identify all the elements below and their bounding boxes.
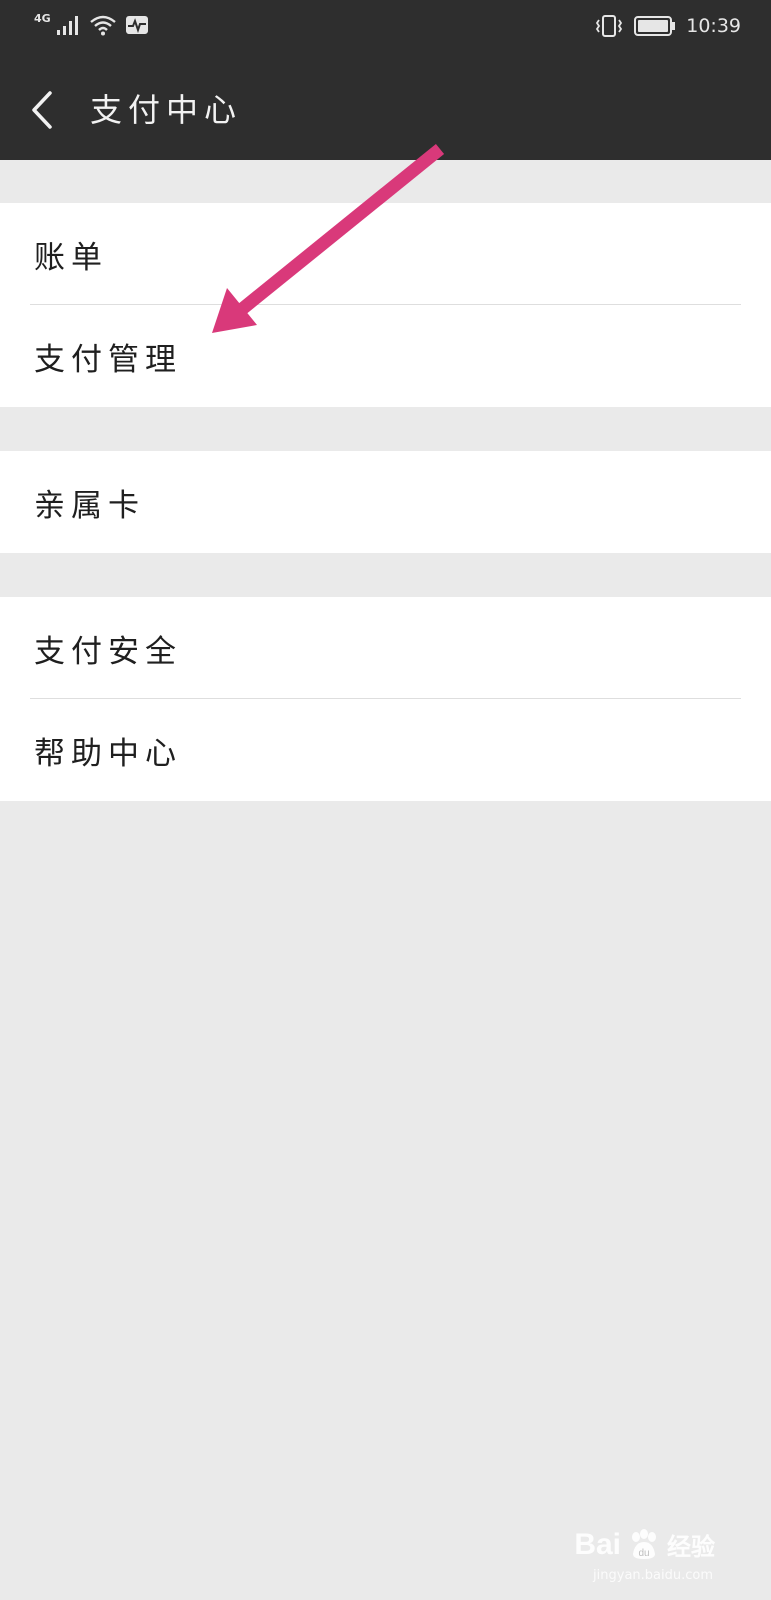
back-button[interactable]	[26, 88, 58, 132]
status-bar: 4G 10:39	[0, 0, 771, 58]
menu-item-payment-management[interactable]: 支付管理	[0, 305, 771, 407]
wifi-icon	[89, 15, 116, 36]
watermark-url: jingyan.baidu.com	[593, 1568, 713, 1583]
watermark-brand-cn: 经验	[667, 1533, 715, 1561]
menu-item-label: 帮助中心	[34, 735, 182, 772]
baidu-jingyan-watermark: Bai du 经验	[574, 1527, 715, 1562]
vibrate-icon	[596, 15, 623, 37]
battery-icon	[634, 16, 676, 36]
menu-item-payment-security[interactable]: 支付安全	[0, 597, 771, 699]
menu-item-label: 支付安全	[34, 633, 182, 670]
paw-logo-icon: du	[632, 1528, 656, 1559]
clock: 10:39	[686, 15, 741, 37]
menu-group-payments: 账单 支付管理	[0, 203, 771, 407]
network-type: 4G	[34, 12, 51, 25]
menu-item-help-center[interactable]: 帮助中心	[0, 699, 771, 801]
menu-item-label: 账单	[34, 239, 108, 276]
menu-group-security: 支付安全 帮助中心	[0, 597, 771, 801]
page-title: 支付中心	[90, 91, 243, 129]
status-left: 4G	[34, 12, 149, 36]
status-right: 10:39	[594, 14, 741, 38]
watermark-brand: Bai	[574, 1527, 621, 1561]
menu-item-bills[interactable]: 账单	[0, 203, 771, 305]
menu-item-family-card[interactable]: 亲属卡	[0, 451, 771, 553]
menu-item-label: 支付管理	[34, 341, 182, 378]
menu-group-family: 亲属卡	[0, 451, 771, 553]
signal-icon	[56, 16, 78, 35]
app-bar: 支付中心	[0, 58, 771, 160]
chevron-left-icon	[32, 91, 52, 129]
watermark-brand-mid: du	[638, 1548, 649, 1559]
menu-item-label: 亲属卡	[34, 487, 145, 524]
activity-monitor-icon	[125, 16, 148, 34]
